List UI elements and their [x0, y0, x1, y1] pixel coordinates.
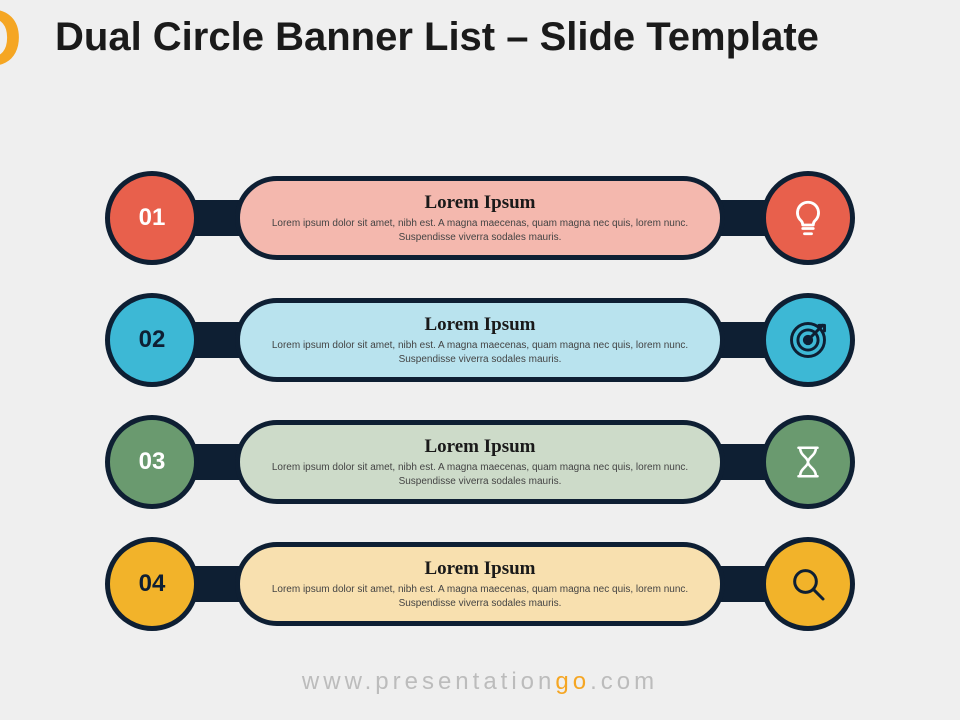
number-circle: 02: [105, 293, 199, 387]
footer-pre: www.: [302, 668, 375, 695]
banner-heading: Lorem Ipsum: [424, 558, 535, 580]
number-circle: 03: [105, 415, 199, 509]
row-number: 04: [139, 570, 166, 598]
banner-body: Lorem ipsum dolor sit amet, nibh est. A …: [266, 583, 694, 610]
footer-post: .com: [590, 668, 658, 695]
footer-accent: go: [555, 668, 590, 695]
banner-row: 03 Lorem Ipsum Lorem ipsum dolor sit ame…: [105, 412, 855, 512]
banner-pill: Lorem Ipsum Lorem ipsum dolor sit amet, …: [235, 176, 725, 260]
banner-row: 01 Lorem Ipsum Lorem ipsum dolor sit ame…: [105, 168, 855, 268]
banner-list: 01 Lorem Ipsum Lorem ipsum dolor sit ame…: [105, 168, 855, 656]
banner-body: Lorem ipsum dolor sit amet, nibh est. A …: [266, 339, 694, 366]
target-icon: [761, 293, 855, 387]
footer-mid: presentation: [375, 668, 555, 695]
magnifier-icon: [761, 537, 855, 631]
banner-pill: Lorem Ipsum Lorem ipsum dolor sit amet, …: [235, 420, 725, 504]
banner-body: Lorem ipsum dolor sit amet, nibh est. A …: [266, 461, 694, 488]
logo-fragment: O: [0, 0, 18, 84]
number-circle: 01: [105, 171, 199, 265]
row-number: 01: [139, 204, 166, 232]
row-number: 02: [139, 326, 166, 354]
number-circle: 04: [105, 537, 199, 631]
hourglass-icon: [761, 415, 855, 509]
footer-url: www.presentationgo.com: [0, 668, 960, 696]
banner-pill: Lorem Ipsum Lorem ipsum dolor sit amet, …: [235, 542, 725, 626]
banner-heading: Lorem Ipsum: [424, 436, 535, 458]
banner-heading: Lorem Ipsum: [424, 192, 535, 214]
banner-pill: Lorem Ipsum Lorem ipsum dolor sit amet, …: [235, 298, 725, 382]
lightbulb-icon: [761, 171, 855, 265]
banner-row: 02 Lorem Ipsum Lorem ipsum dolor sit ame…: [105, 290, 855, 390]
banner-row: 04 Lorem Ipsum Lorem ipsum dolor sit ame…: [105, 534, 855, 634]
slide-title: Dual Circle Banner List – Slide Template: [55, 14, 905, 60]
banner-heading: Lorem Ipsum: [424, 314, 535, 336]
banner-body: Lorem ipsum dolor sit amet, nibh est. A …: [266, 217, 694, 244]
row-number: 03: [139, 448, 166, 476]
